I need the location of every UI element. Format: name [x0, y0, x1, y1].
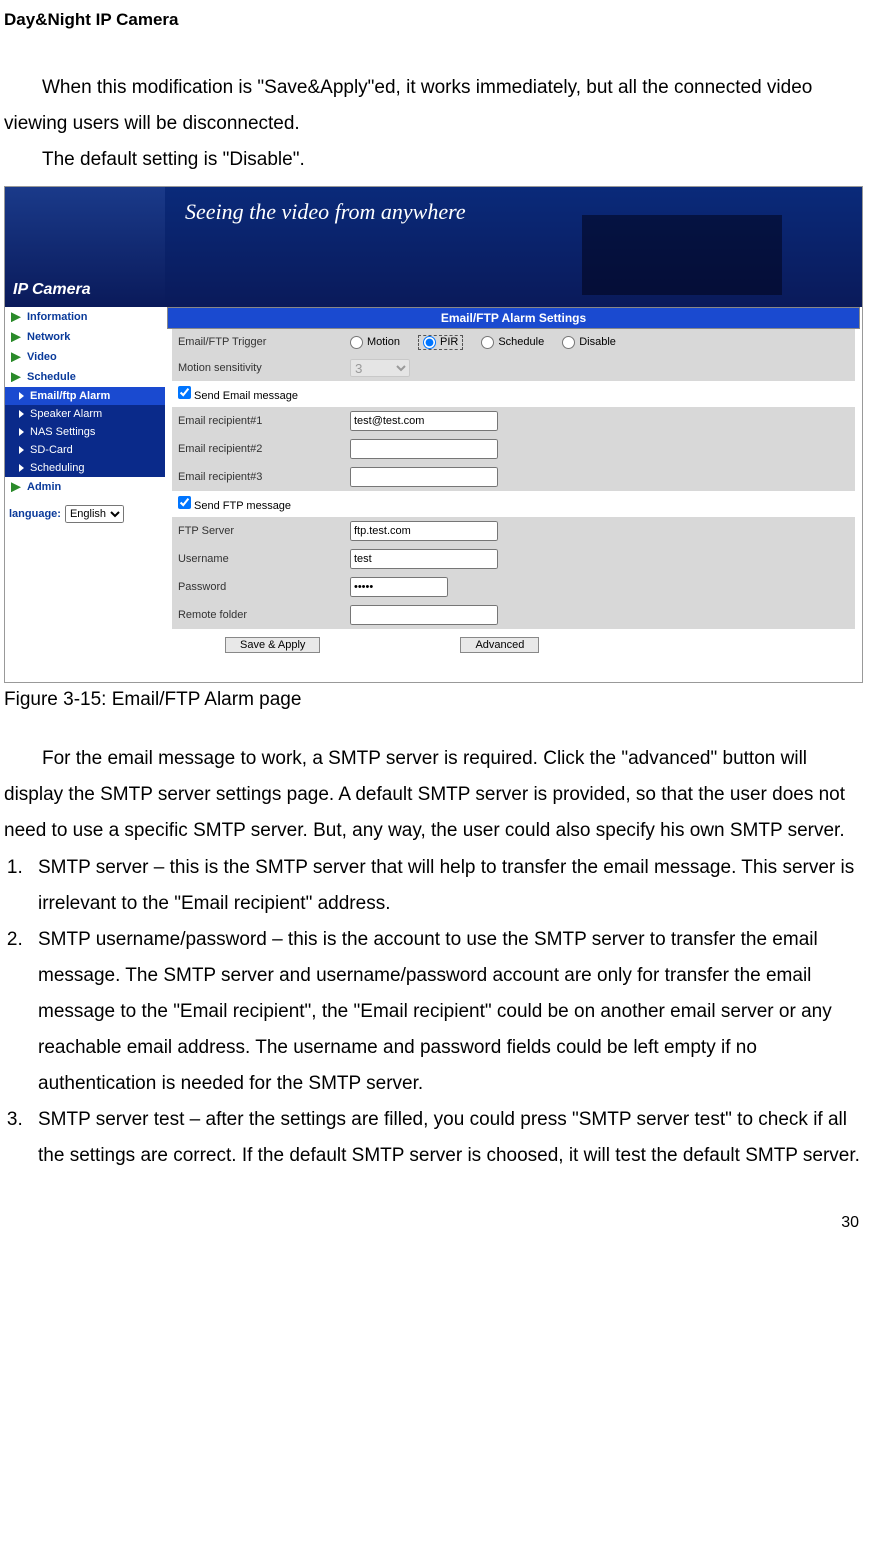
sidebar-sub-label: Speaker Alarm	[30, 408, 102, 420]
recipient2-input[interactable]	[350, 439, 498, 459]
sidebar-item-admin[interactable]: Admin	[5, 477, 165, 497]
sidebar-sub-email-ftp[interactable]: Email/ftp Alarm	[5, 387, 165, 405]
sidebar-label: Network	[27, 331, 70, 343]
recipient3-input[interactable]	[350, 467, 498, 487]
language-label: language:	[9, 508, 61, 520]
sensitivity-label: Motion sensitivity	[172, 355, 344, 381]
send-ftp-checkbox[interactable]: Send FTP message	[178, 500, 291, 512]
radio-schedule[interactable]: Schedule	[481, 336, 544, 349]
recipient1-label: Email recipient#1	[172, 407, 344, 435]
arrow-icon	[11, 312, 21, 322]
triangle-icon	[19, 410, 24, 418]
save-apply-button[interactable]: Save & Apply	[225, 637, 320, 653]
username-label: Username	[172, 545, 344, 573]
radio-label: Motion	[367, 336, 400, 348]
sidebar-subgroup: Email/ftp Alarm Speaker Alarm NAS Settin…	[5, 387, 165, 477]
sensitivity-select[interactable]: 3	[350, 359, 410, 377]
sidebar: Information Network Video Schedule Email…	[5, 307, 165, 682]
sidebar-item-network[interactable]: Network	[5, 327, 165, 347]
sidebar-label: Video	[27, 351, 57, 363]
send-email-checkbox[interactable]: Send Email message	[178, 390, 298, 402]
triangle-icon	[19, 464, 24, 472]
banner-text: Seeing the video from anywhere	[185, 199, 466, 224]
sidebar-sub-scheduling[interactable]: Scheduling	[5, 459, 165, 477]
username-input[interactable]	[350, 549, 498, 569]
ftp-server-input[interactable]	[350, 521, 498, 541]
sidebar-sub-label: Email/ftp Alarm	[30, 390, 110, 402]
language-selector-row: language: English	[5, 497, 165, 531]
content-area: Email/FTP Alarm Settings Email/FTP Trigg…	[165, 307, 862, 682]
password-label: Password	[172, 573, 344, 601]
page-number: 30	[0, 1174, 869, 1236]
password-input[interactable]	[350, 577, 448, 597]
intro-paragraph-2: The default setting is "Disable".	[4, 142, 865, 178]
advanced-paragraph: For the email message to work, a SMTP se…	[4, 741, 865, 849]
recipient2-label: Email recipient#2	[172, 435, 344, 463]
list-item-1: SMTP server – this is the SMTP server th…	[28, 850, 869, 922]
sidebar-sub-speaker[interactable]: Speaker Alarm	[5, 405, 165, 423]
sidebar-label: Admin	[27, 481, 61, 493]
triangle-icon	[19, 392, 24, 400]
radio-label: PIR	[440, 336, 458, 348]
radio-disable[interactable]: Disable	[562, 336, 616, 349]
logo: IP Camera	[5, 187, 165, 307]
numbered-list: SMTP server – this is the SMTP server th…	[0, 850, 869, 1175]
remote-folder-label: Remote folder	[172, 601, 344, 629]
sidebar-label: Information	[27, 311, 88, 323]
arrow-icon	[11, 352, 21, 362]
banner-image-placeholder	[582, 215, 782, 295]
radio-motion[interactable]: Motion	[350, 336, 400, 349]
checkbox-label: Send Email message	[194, 390, 298, 402]
sidebar-label: Schedule	[27, 371, 76, 383]
triangle-icon	[19, 446, 24, 454]
banner: Seeing the video from anywhere	[165, 187, 862, 307]
arrow-icon	[11, 372, 21, 382]
radio-label: Disable	[579, 336, 616, 348]
document-header: Day&Night IP Camera	[0, 10, 869, 70]
advanced-button[interactable]: Advanced	[460, 637, 539, 653]
recipient1-input[interactable]	[350, 411, 498, 431]
list-item-3: SMTP server test – after the settings ar…	[28, 1102, 869, 1174]
sidebar-sub-nas[interactable]: NAS Settings	[5, 423, 165, 441]
recipient3-label: Email recipient#3	[172, 463, 344, 491]
sidebar-sub-label: NAS Settings	[30, 426, 95, 438]
sidebar-item-schedule[interactable]: Schedule	[5, 367, 165, 387]
sidebar-sub-sdcard[interactable]: SD-Card	[5, 441, 165, 459]
trigger-radio-group: Motion PIR Schedule Disable	[350, 335, 849, 350]
language-select[interactable]: English	[65, 505, 124, 523]
sidebar-sub-label: SD-Card	[30, 444, 73, 456]
arrow-icon	[11, 482, 21, 492]
settings-form: Email/FTP Trigger Motion PIR Schedule Di…	[172, 329, 855, 629]
triangle-icon	[19, 428, 24, 436]
radio-label: Schedule	[498, 336, 544, 348]
sidebar-item-information[interactable]: Information	[5, 307, 165, 327]
sidebar-item-video[interactable]: Video	[5, 347, 165, 367]
screenshot-container: IP Camera Seeing the video from anywhere…	[4, 186, 863, 683]
sidebar-sub-label: Scheduling	[30, 462, 84, 474]
intro-paragraph-1: When this modification is "Save&Apply"ed…	[4, 70, 865, 142]
remote-folder-input[interactable]	[350, 605, 498, 625]
radio-pir[interactable]: PIR	[423, 336, 458, 349]
arrow-icon	[11, 332, 21, 342]
checkbox-label: Send FTP message	[194, 500, 291, 512]
trigger-label: Email/FTP Trigger	[172, 329, 344, 355]
list-item-2: SMTP username/password – this is the acc…	[28, 922, 869, 1102]
ftp-server-label: FTP Server	[172, 517, 344, 545]
content-title: Email/FTP Alarm Settings	[167, 307, 860, 329]
figure-caption: Figure 3-15: Email/FTP Alarm page	[0, 685, 869, 741]
